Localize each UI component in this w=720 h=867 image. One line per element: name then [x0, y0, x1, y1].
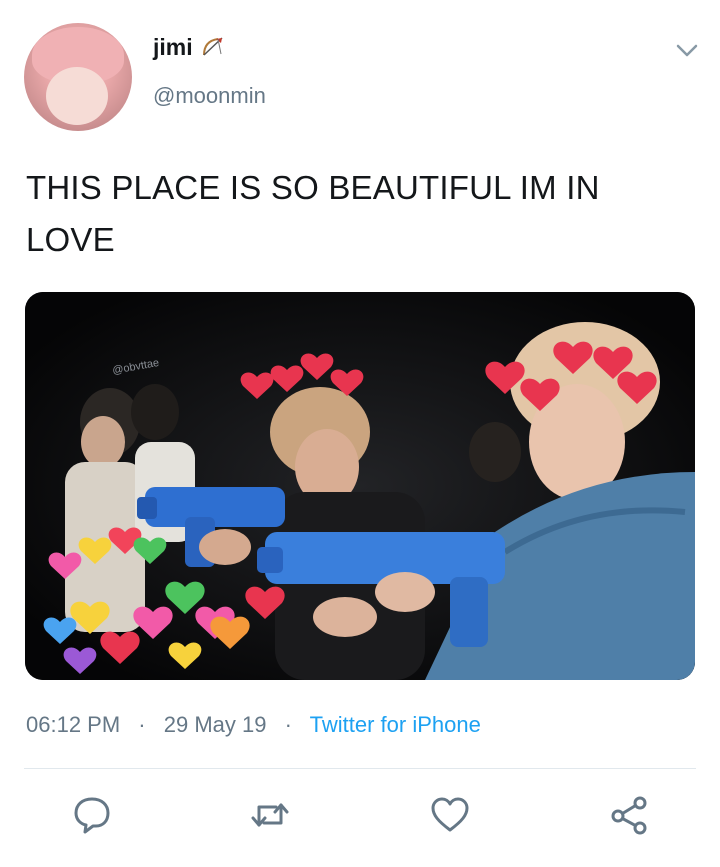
bow-and-arrow-icon	[203, 37, 223, 56]
reply-icon	[74, 797, 110, 834]
separator-dot: ·	[138, 712, 146, 737]
share-icon	[611, 796, 647, 835]
tweet-time: 06:12 PM	[26, 712, 121, 737]
chevron-down-icon[interactable]	[676, 44, 698, 58]
avatar-face	[46, 67, 108, 125]
reply-button[interactable]	[72, 795, 112, 835]
share-button[interactable]	[609, 795, 649, 835]
like-button[interactable]	[430, 795, 470, 835]
retweet-button[interactable]	[250, 795, 290, 835]
tweet-date: 29 May 19	[163, 712, 267, 737]
tweet-meta: 06:12 PM · 29 May 19 · Twitter for iPhon…	[26, 712, 481, 738]
retweet-icon	[251, 803, 289, 827]
tweet-photo[interactable]: @obvttae	[25, 292, 695, 680]
divider	[24, 768, 696, 769]
display-name[interactable]: jimi	[153, 34, 225, 61]
tweet-text: THIS PLACE IS SO BEAUTIFUL IM IN LOVE	[26, 169, 600, 258]
display-name-text: jimi	[153, 34, 193, 60]
like-icon	[431, 797, 469, 832]
photo-scene: @obvttae	[25, 292, 695, 680]
tweet-source-link[interactable]: Twitter for iPhone	[310, 712, 481, 737]
user-handle[interactable]: @moonmin	[153, 83, 266, 109]
avatar[interactable]	[24, 23, 132, 131]
separator-dot: ·	[284, 712, 292, 737]
